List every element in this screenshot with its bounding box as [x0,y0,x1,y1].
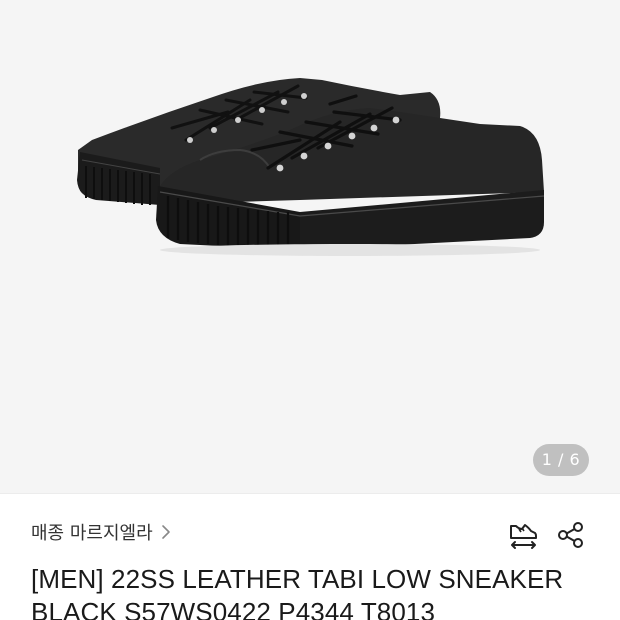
section-divider [0,493,620,494]
image-counter: 1 / 6 [533,444,589,476]
brand-link[interactable]: 매종 마르지엘라 [31,518,171,546]
product-title-line-1: [MEN] 22SS LEATHER TABI LOW SNEAKER [31,564,564,594]
share-button[interactable] [554,520,588,554]
brand-label: 매종 마르지엘라 [31,523,153,544]
product-title-line-2: BLACK S57WS0422 P4344 T8013 [31,597,436,620]
product-page: 1 / 6 매종 마르지엘라 [MEN] 22SS LEATHER TABI L… [0,0,620,620]
share-icon [556,520,586,554]
shoe-size-icon [507,520,539,554]
product-title: [MEN] 22SS LEATHER TABI LOW SNEAKER BLAC… [31,563,611,620]
product-image-gallery[interactable]: 1 / 6 [0,0,620,493]
shoe-shadow [160,244,540,256]
size-guide-button[interactable] [506,520,540,554]
chevron-right-icon [161,524,171,540]
product-image [77,78,545,256]
